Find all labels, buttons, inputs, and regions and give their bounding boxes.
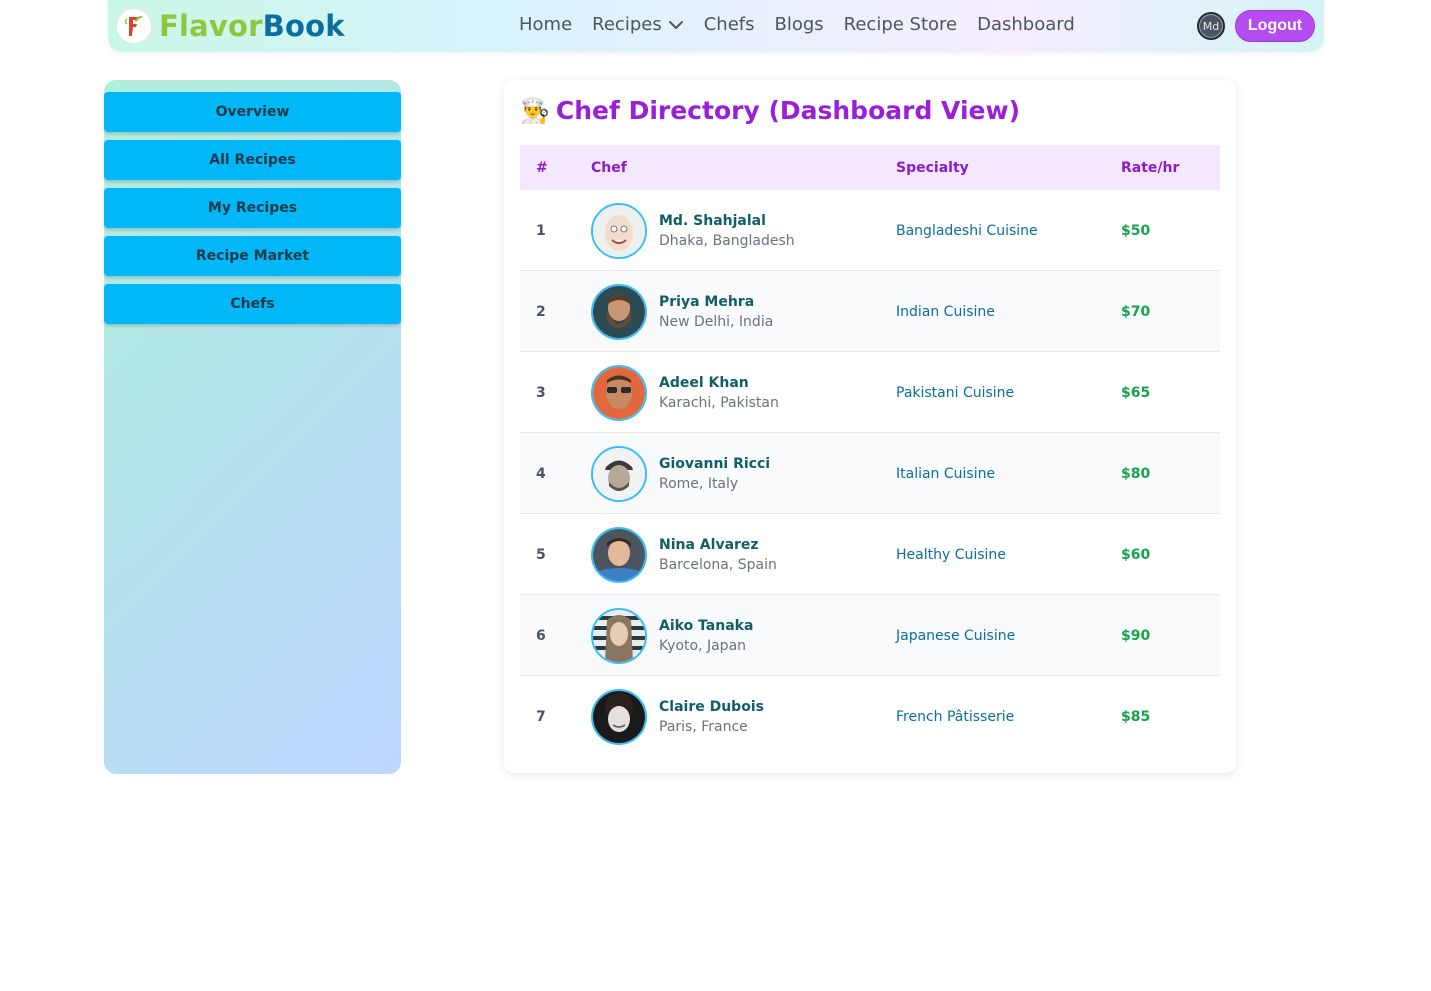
chef-specialty: French Pâtisserie [896, 708, 1015, 725]
chef-directory-card: 👨‍🍳 Chef Directory (Dashboard View) # Ch… [504, 80, 1236, 773]
chef-location: Paris, France [659, 718, 748, 735]
brand-name-part1: Flavor [159, 9, 263, 43]
chef-rate: $90 [1121, 627, 1151, 644]
chef-cell: Claire Dubois Paris, France [591, 676, 764, 757]
nav-home[interactable]: Home [519, 14, 572, 35]
chef-rate: $65 [1121, 384, 1151, 401]
column-header-number: # [536, 159, 548, 176]
table-row[interactable]: 1 Md. Shahjalal Dhaka, Bangladesh Bangla… [520, 190, 1220, 271]
chef-specialty: Indian Cuisine [896, 303, 995, 320]
chef-cell: Adeel Khan Karachi, Pakistan [591, 352, 779, 433]
dashboard-sidebar: Overview All Recipes My Recipes Recipe M… [104, 80, 401, 774]
chef-location: Barcelona, Spain [659, 556, 777, 573]
page-title: 👨‍🍳 Chef Directory (Dashboard View) [520, 96, 1020, 125]
logout-button[interactable]: Logout [1235, 10, 1315, 42]
top-navbar: FlavorBook Home Recipes Chefs Blogs Reci… [108, 0, 1324, 52]
brand-logo[interactable]: FlavorBook [116, 8, 345, 44]
nav-dashboard[interactable]: Dashboard [977, 14, 1075, 35]
chef-avatar [591, 607, 647, 664]
table-header: # Chef Specialty Rate/hr [520, 145, 1220, 190]
chef-rate: $60 [1121, 546, 1151, 563]
row-number: 4 [536, 465, 546, 482]
chef-avatar [591, 364, 647, 421]
chef-cell: Priya Mehra New Delhi, India [591, 271, 773, 352]
table-row[interactable]: 5 Nina Alvarez Barcelona, Spain Healthy … [520, 514, 1220, 595]
nav-recipe-store[interactable]: Recipe Store [844, 14, 957, 35]
chef-name[interactable]: Md. Shahjalal [659, 211, 795, 231]
chef-rate: $80 [1121, 465, 1151, 482]
chef-location: Karachi, Pakistan [659, 394, 779, 411]
chef-location: Kyoto, Japan [659, 637, 747, 654]
chef-location: Rome, Italy [659, 475, 739, 492]
chef-table: # Chef Specialty Rate/hr 1 Md. Shahjalal… [520, 145, 1220, 757]
chef-specialty: Bangladeshi Cuisine [896, 222, 1038, 239]
chef-avatar [591, 202, 647, 259]
sidebar-item-overview[interactable]: Overview [104, 92, 401, 132]
nav-recipes-label: Recipes [592, 14, 662, 35]
nav-chefs[interactable]: Chefs [704, 14, 755, 35]
chef-cell: Nina Alvarez Barcelona, Spain [591, 514, 777, 595]
chef-cell: Giovanni Ricci Rome, Italy [591, 433, 770, 514]
brand-name-part2: Book [262, 9, 345, 43]
chef-rate: $50 [1121, 222, 1151, 239]
table-row[interactable]: 7 Claire Dubois Paris, France French Pât… [520, 676, 1220, 757]
chef-name[interactable]: Claire Dubois [659, 697, 764, 717]
table-row[interactable]: 4 Giovanni Ricci Rome, Italy Italian Cui… [520, 433, 1220, 514]
user-avatar[interactable]: Md [1197, 12, 1225, 40]
chef-specialty: Italian Cuisine [896, 465, 996, 482]
row-number: 1 [536, 222, 546, 239]
table-row[interactable]: 6 Aiko Tanaka Kyoto, Japan Japanese Cuis… [520, 595, 1220, 676]
sidebar-item-chefs[interactable]: Chefs [104, 284, 401, 324]
nav-recipes-dropdown[interactable]: Recipes [592, 14, 684, 35]
nav-blogs[interactable]: Blogs [774, 14, 823, 35]
row-number: 3 [536, 384, 546, 401]
chef-name[interactable]: Nina Alvarez [659, 535, 777, 555]
chef-avatar [591, 526, 647, 583]
chef-location: New Delhi, India [659, 313, 774, 330]
chef-specialty: Pakistani Cuisine [896, 384, 1015, 401]
column-header-specialty: Specialty [896, 159, 969, 176]
sidebar-item-recipe-market[interactable]: Recipe Market [104, 236, 401, 276]
row-number: 2 [536, 303, 546, 320]
chef-logo-icon [116, 8, 152, 44]
page-title-text: Chef Directory (Dashboard View) [555, 96, 1021, 125]
chef-rate: $85 [1121, 708, 1151, 725]
chef-avatar [591, 688, 647, 745]
chef-icon: 👨‍🍳 [520, 96, 550, 125]
chef-rate: $70 [1121, 303, 1151, 320]
column-header-rate: Rate/hr [1121, 159, 1180, 176]
row-number: 5 [536, 546, 546, 563]
row-number: 7 [536, 708, 546, 725]
chef-avatar [591, 445, 647, 502]
chef-cell: Aiko Tanaka Kyoto, Japan [591, 595, 753, 676]
chef-location: Dhaka, Bangladesh [659, 232, 795, 249]
sidebar-item-my-recipes[interactable]: My Recipes [104, 188, 401, 228]
user-controls: Md Logout [1197, 10, 1315, 42]
column-header-chef: Chef [591, 159, 627, 176]
chef-cell: Md. Shahjalal Dhaka, Bangladesh [591, 190, 795, 271]
chef-name[interactable]: Priya Mehra [659, 292, 773, 312]
chef-avatar [591, 283, 647, 340]
chef-name[interactable]: Giovanni Ricci [659, 454, 770, 474]
row-number: 6 [536, 627, 546, 644]
chevron-down-icon [668, 20, 683, 29]
table-row[interactable]: 2 Priya Mehra New Delhi, India Indian Cu… [520, 271, 1220, 352]
chef-name[interactable]: Adeel Khan [659, 373, 779, 393]
chef-specialty: Healthy Cuisine [896, 546, 1006, 563]
main-nav: Home Recipes Chefs Blogs Recipe Store Da… [519, 14, 1095, 35]
chef-specialty: Japanese Cuisine [896, 627, 1016, 644]
table-row[interactable]: 3 Adeel Khan Karachi, Pakistan Pakistani… [520, 352, 1220, 433]
chef-name[interactable]: Aiko Tanaka [659, 616, 753, 636]
sidebar-item-all-recipes[interactable]: All Recipes [104, 140, 401, 180]
